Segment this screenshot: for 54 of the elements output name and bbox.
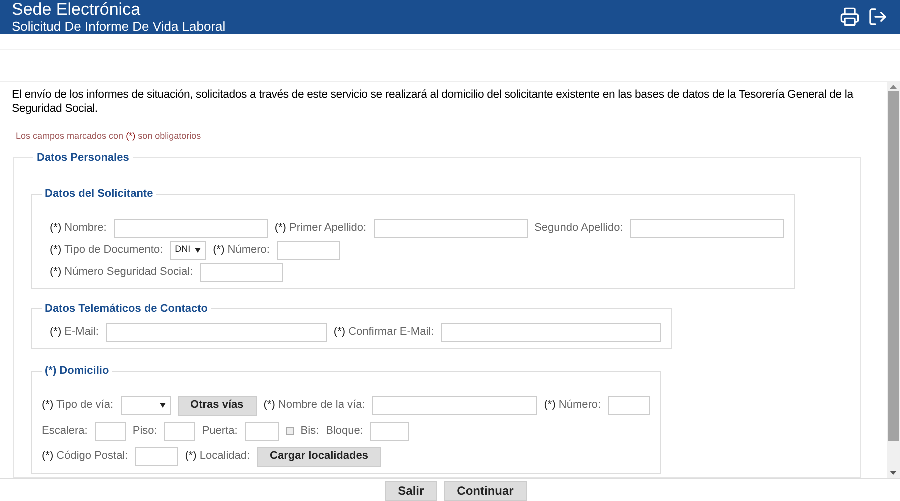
field-label: (*) Número: [213,242,270,258]
checkbox[interactable] [286,427,294,435]
intro-text: El envío de los informes de situación, solicitados a través de este servicio se realizará al domicilio del solicitante existente en las bases de datos de la Tesorería General de la Seguridad Social. [12,88,855,116]
footer-button[interactable]: Continuar [444,481,527,501]
input-field[interactable] [114,218,268,238]
field-label: (*) Confirmar E-Mail: [334,325,434,340]
field-label: Bloque: [326,424,364,439]
site-title: Sede Electrónica [12,1,142,18]
panel-title: Datos Personales [36,150,130,166]
input-field[interactable] [372,396,538,415]
select-field[interactable]: DNI [170,240,206,260]
input-field[interactable] [608,396,650,415]
field-label: (*) Nombre: [50,220,107,236]
input-field[interactable] [106,323,327,342]
input-field[interactable] [244,422,279,440]
footer-button[interactable]: Salir [385,481,438,501]
field-label: (*) Número: [544,398,602,414]
field-label: (*) Código Postal: [42,449,128,464]
field-label: (*) Primer Apellido: [274,220,367,236]
required-note: Los campos marcados con (*) son obligatorios [16,130,202,143]
field-label: Bis: [300,424,320,439]
page-title: Solicitud De Informe De Vida Laboral [12,20,226,33]
select-field[interactable] [120,396,171,415]
scroll-up-icon[interactable] [890,85,897,89]
input-field[interactable] [630,218,784,238]
form-button[interactable]: Cargar localidades [257,446,382,466]
field-label: (*) Tipo de Documento: [50,242,164,258]
field-label: (*) Nombre de la vía: [264,398,366,414]
input-field[interactable] [135,447,178,466]
field-label: (*) E-Mail: [50,325,99,340]
field-label: (*) Localidad: [185,449,250,464]
section-title: (*) Domicilio [44,364,110,379]
field-label: (*) Número Seguridad Social: [50,264,194,280]
input-field[interactable] [370,422,410,440]
form-button[interactable]: Otras vías [178,396,257,416]
input-field[interactable] [164,422,196,440]
input-field[interactable] [200,262,284,282]
input-field[interactable] [441,323,662,342]
caret-icon [195,248,202,252]
section-title: Datos del Solicitante [44,187,154,202]
print-icon[interactable] [840,7,860,27]
input-field[interactable] [94,422,126,440]
scroll-down-icon[interactable] [890,471,897,475]
caret-icon [160,403,166,408]
field-label: Escalera: [42,424,88,439]
field-label: (*) Tipo de vía: [42,398,114,414]
scrollbar[interactable] [887,82,900,478]
field-label: Piso: [132,424,158,439]
field-label: Puerta: [202,424,238,439]
logout-icon[interactable] [868,7,888,27]
input-field[interactable] [276,240,340,260]
section-title: Datos Telemáticos de Contacto [44,302,209,316]
input-field[interactable] [374,218,528,238]
field-label: Segundo Apellido: [534,220,624,236]
